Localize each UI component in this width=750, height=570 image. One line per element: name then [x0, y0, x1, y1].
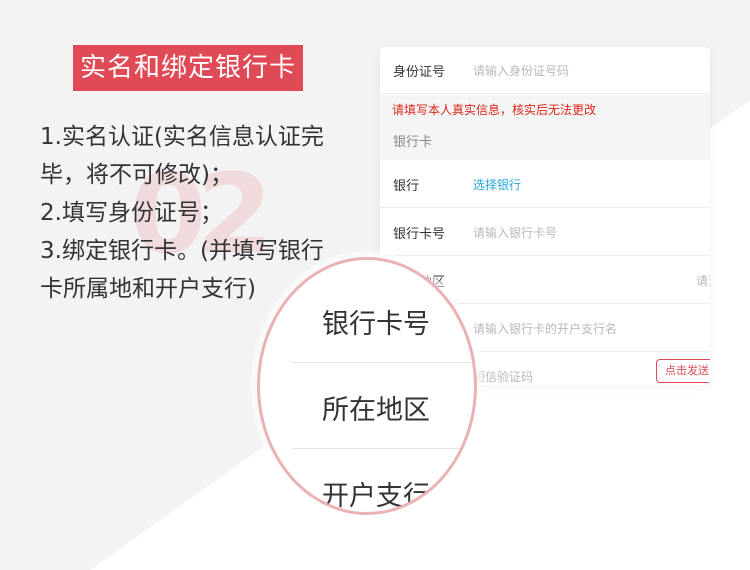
bank-card-section-title: 银行卡 — [393, 135, 433, 150]
send-code-button[interactable]: 点击发送 — [656, 359, 710, 383]
notice-block: 请填写本人真实信息，核实后无法更改 银行卡 — [380, 95, 710, 160]
id-number-label: 身份证号 — [393, 64, 446, 80]
card-number-row[interactable]: 银行卡号 请输入银行卡号 — [380, 209, 710, 256]
page-title: 实名和绑定银行卡 — [73, 45, 303, 91]
divider — [292, 448, 474, 449]
branch-input[interactable]: 请输入银行卡的开户支行名 — [473, 320, 617, 337]
card-number-input[interactable]: 请输入银行卡号 — [473, 224, 557, 241]
id-number-row[interactable]: 身份证号 请输入身份证号码 — [380, 47, 710, 94]
magnified-branch-label: 开户支行 — [322, 481, 430, 512]
sms-code-input[interactable]: 短信验证码 — [473, 368, 533, 385]
magnified-card-number-label: 银行卡号 — [322, 309, 430, 340]
bank-label: 银行 — [393, 178, 420, 194]
step-line: 2.填写身份证号； — [40, 200, 223, 226]
step-line: 3.绑定银行卡。(并填写银行 — [40, 238, 324, 264]
region-select[interactable]: 请选 — [696, 272, 710, 289]
step-line: 1.实名认证(实名信息认证完 — [40, 124, 324, 150]
id-number-input[interactable]: 请输入身份证号码 — [473, 62, 569, 79]
divider — [292, 362, 474, 363]
bank-row[interactable]: 银行 选择银行 — [380, 161, 710, 208]
select-bank-link[interactable]: 选择银行 — [473, 176, 521, 193]
verification-notice: 请填写本人真实信息，核实后无法更改 — [392, 103, 597, 117]
magnified-region-label: 所在地区 — [322, 395, 430, 426]
step-line: 毕，将不可修改)； — [40, 162, 233, 188]
magnifier-circle: 银行卡号 所在地区 开户支行 — [257, 257, 477, 515]
card-number-label: 银行卡号 — [393, 226, 446, 242]
